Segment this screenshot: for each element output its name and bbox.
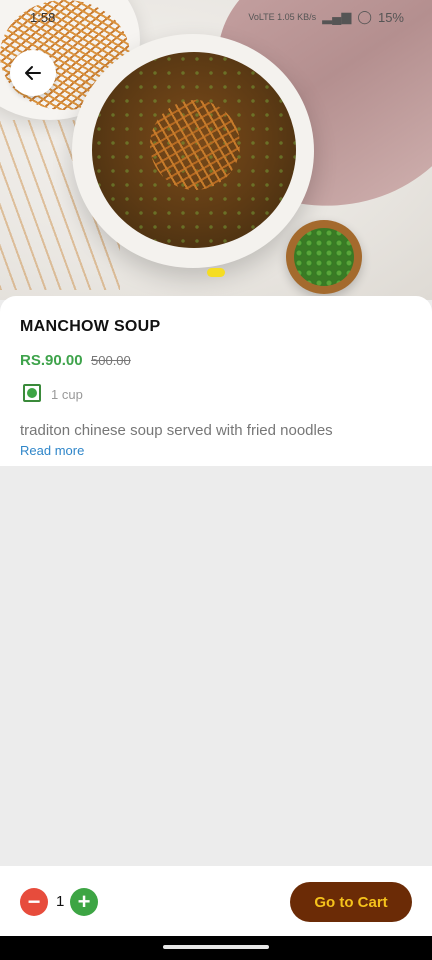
increase-quantity-button[interactable]: + <box>70 888 98 916</box>
quantity-value: 1 <box>56 893 65 910</box>
go-to-cart-button[interactable]: Go to Cart <box>290 882 412 922</box>
minus-icon: − <box>27 889 41 914</box>
back-button[interactable] <box>10 50 56 96</box>
bottom-action-bar: − 1 + Go to Cart <box>0 866 432 936</box>
serving-size: 1 cup <box>51 387 83 402</box>
network-speed: VoLTE 1.05 KB/s <box>248 12 317 22</box>
status-time: 1:58 <box>30 10 56 25</box>
go-to-cart-label: Go to Cart <box>314 893 388 911</box>
veg-dot <box>27 388 37 398</box>
signal-icon: ▂▄▆ <box>322 9 352 24</box>
decrease-quantity-button[interactable]: − <box>20 888 48 916</box>
product-mrp: 500.00 <box>91 353 131 368</box>
home-gesture-handle[interactable] <box>163 945 269 949</box>
status-bar: 1:58 VoLTE 1.05 KB/s ▂▄▆ ◯ 15% <box>0 0 432 34</box>
crispy-noodles-topping <box>150 100 240 190</box>
system-nav-bar <box>0 936 432 960</box>
spring-onions <box>294 228 354 286</box>
product-title: MANCHOW SOUP <box>20 318 161 335</box>
arrow-left-icon <box>25 66 41 80</box>
battery-percent: 15% <box>377 9 404 25</box>
status-icons: VoLTE 1.05 KB/s ▂▄▆ ◯ 15% <box>248 9 404 25</box>
product-price: RS.90.00 <box>20 352 83 369</box>
battery-icon: ◯ <box>357 9 372 24</box>
plus-icon: + <box>77 889 91 914</box>
image-page-indicator <box>207 268 225 277</box>
product-description: traditon chinese soup served with fried … <box>20 422 333 439</box>
product-details-card: MANCHOW SOUP RS.90.00 500.00 1 cup tradi… <box>0 296 432 466</box>
read-more-link[interactable]: Read more <box>20 443 84 458</box>
product-image <box>0 0 432 300</box>
veg-indicator-icon <box>23 384 41 402</box>
